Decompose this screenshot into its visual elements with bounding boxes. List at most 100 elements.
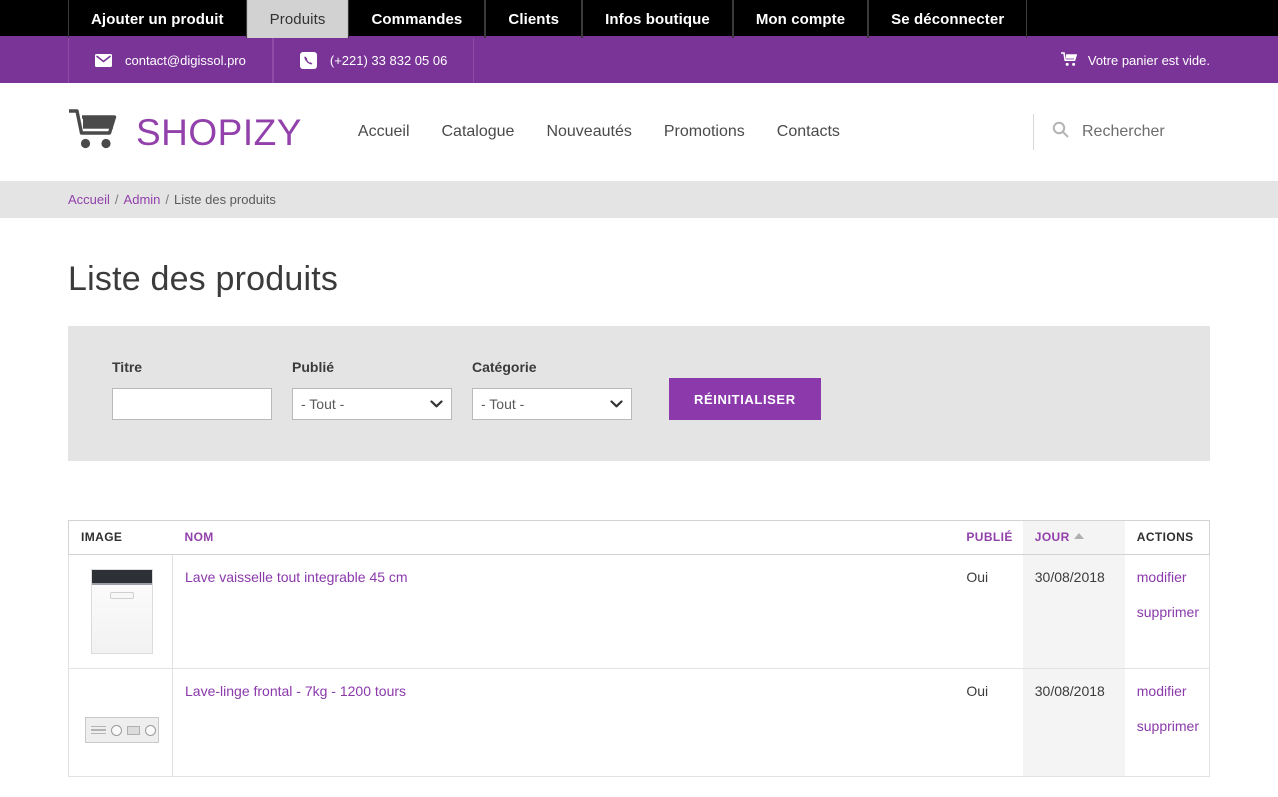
table-header-row: IMAGE NOM PUBLIÉ JOUR ACTIONS <box>68 520 1210 555</box>
filter-field-categorie: Catégorie - Tout - <box>472 359 632 420</box>
admin-tab-commandes[interactable]: Commandes <box>348 0 486 38</box>
sort-ascending-icon <box>1073 533 1084 539</box>
column-header-actions: ACTIONS <box>1124 520 1210 555</box>
filter-label-titre: Titre <box>112 359 143 375</box>
nav-item-nouveautes[interactable]: Nouveautés <box>546 123 631 141</box>
search-box[interactable] <box>1033 114 1210 150</box>
admin-tab-label: Clients <box>508 10 560 28</box>
nav-item-contacts[interactable]: Contacts <box>777 123 840 141</box>
table-row: Lave vaisselle tout integrable 45 cm Oui… <box>68 554 1210 669</box>
breadcrumb-item-admin[interactable]: Admin <box>124 192 161 207</box>
admin-tab-produits[interactable]: Produits <box>246 0 349 38</box>
cell-publie: Oui <box>954 554 1023 669</box>
column-header-nom[interactable]: NOM <box>172 520 955 555</box>
washing-machine-thumbnail <box>84 717 159 743</box>
admin-tab-label: Infos boutique <box>605 10 710 28</box>
products-table-wrap: IMAGE NOM PUBLIÉ JOUR ACTIONS Lave vaiss… <box>68 520 1210 777</box>
dishwasher-thumbnail <box>90 569 153 654</box>
admin-tab-ajouter-un-produit[interactable]: Ajouter un produit <box>68 0 247 38</box>
brand-name: SHOPIZY <box>136 111 302 153</box>
thumbnail-detail <box>144 724 156 736</box>
breadcrumb-separator: / <box>114 192 119 207</box>
nav-item-catalogue[interactable]: Catalogue <box>442 123 515 141</box>
admin-tab-se-deconnecter[interactable]: Se déconnecter <box>868 0 1028 38</box>
delete-product-link[interactable]: supprimer <box>1137 718 1199 734</box>
column-sort-link-jour[interactable]: JOUR <box>1035 530 1070 544</box>
breadcrumb-item-current: Liste des produits <box>174 192 276 207</box>
admin-tab-label: Commandes <box>371 10 463 28</box>
nav-item-promotions[interactable]: Promotions <box>664 123 745 141</box>
edit-product-link[interactable]: modifier <box>1137 569 1199 585</box>
filter-field-titre: Titre <box>112 359 272 420</box>
filter-select-publie[interactable]: - Tout - <box>292 388 452 420</box>
thumbnail-detail <box>110 724 122 736</box>
cell-actions: modifier supprimer <box>1124 668 1210 777</box>
cell-image <box>68 554 173 669</box>
admin-nav-bar: Ajouter un produit Produits Commandes Cl… <box>0 0 1278 38</box>
thumbnail-detail <box>90 725 106 735</box>
cell-actions: modifier supprimer <box>1124 554 1210 669</box>
contact-email-text: contact@digissol.pro <box>125 53 246 68</box>
cell-nom: Lave vaisselle tout integrable 45 cm <box>172 554 955 669</box>
main-content: Liste des produits Titre Publié - Tout -… <box>0 260 1278 777</box>
cart-status[interactable]: Votre panier est vide. <box>1060 38 1278 83</box>
filter-label-publie: Publié <box>292 359 335 375</box>
cell-publie: Oui <box>954 668 1023 777</box>
filter-label-categorie: Catégorie <box>472 359 537 375</box>
contact-bar-spacer <box>474 38 1061 83</box>
column-label: ACTIONS <box>1136 530 1194 544</box>
cell-jour: 30/08/2018 <box>1022 668 1125 777</box>
filter-field-publie: Publié - Tout - <box>292 359 452 420</box>
filter-input-titre[interactable] <box>112 388 272 420</box>
column-header-image: IMAGE <box>68 520 173 555</box>
column-header-publie[interactable]: PUBLIÉ <box>954 520 1023 555</box>
site-header: SHOPIZY Accueil Catalogue Nouveautés Pro… <box>0 83 1278 181</box>
breadcrumb: Accueil / Admin / Liste des produits <box>0 181 1278 218</box>
search-icon <box>1052 121 1069 143</box>
column-label: IMAGE <box>81 530 123 544</box>
column-sort-link-nom[interactable]: NOM <box>185 530 214 544</box>
thumbnail-detail <box>126 725 140 735</box>
search-input[interactable] <box>1080 122 1210 142</box>
products-table-body: Lave vaisselle tout integrable 45 cm Oui… <box>68 554 1210 777</box>
main-nav: Accueil Catalogue Nouveautés Promotions … <box>358 123 840 141</box>
admin-tab-clients[interactable]: Clients <box>485 0 583 38</box>
admin-tab-label: Mon compte <box>755 10 846 28</box>
admin-tab-mon-compte[interactable]: Mon compte <box>732 0 869 38</box>
contact-phone[interactable]: (+221) 33 832 05 06 <box>272 38 475 83</box>
column-header-jour[interactable]: JOUR <box>1022 520 1125 555</box>
cart-status-text: Votre panier est vide. <box>1087 53 1210 68</box>
header-right <box>1033 114 1210 150</box>
shopping-cart-icon <box>1060 51 1079 70</box>
reset-filters-button[interactable]: RÉINITIALISER <box>669 378 821 420</box>
nav-item-accueil[interactable]: Accueil <box>358 123 410 141</box>
cell-jour: 30/08/2018 <box>1022 554 1125 669</box>
delete-product-link[interactable]: supprimer <box>1137 604 1199 620</box>
envelope-icon <box>95 54 112 67</box>
admin-tab-label: Produits <box>269 10 326 28</box>
products-table: IMAGE NOM PUBLIÉ JOUR ACTIONS Lave vaiss… <box>68 520 1210 777</box>
filter-select-categorie[interactable]: - Tout - <box>472 388 632 420</box>
admin-tab-label: Se déconnecter <box>891 10 1005 28</box>
breadcrumb-item-accueil[interactable]: Accueil <box>68 192 110 207</box>
brand-logo[interactable]: SHOPIZY <box>68 108 302 157</box>
products-table-head: IMAGE NOM PUBLIÉ JOUR ACTIONS <box>68 520 1210 555</box>
admin-tab-infos-boutique[interactable]: Infos boutique <box>582 0 733 38</box>
edit-product-link[interactable]: modifier <box>1137 683 1199 699</box>
column-sort-link-publie[interactable]: PUBLIÉ <box>966 530 1012 544</box>
phone-icon <box>299 52 317 69</box>
cell-image <box>68 668 173 777</box>
table-row: Lave-linge frontal - 7kg - 1200 tours Ou… <box>68 668 1210 777</box>
contact-email[interactable]: contact@digissol.pro <box>68 38 273 83</box>
product-name-link[interactable]: Lave vaisselle tout integrable 45 cm <box>185 569 408 585</box>
shopping-cart-icon <box>68 108 122 157</box>
contact-phone-text: (+221) 33 832 05 06 <box>329 53 448 68</box>
breadcrumb-separator: / <box>165 192 170 207</box>
filter-select-categorie-wrap[interactable]: - Tout - <box>472 388 632 420</box>
product-name-link[interactable]: Lave-linge frontal - 7kg - 1200 tours <box>185 683 406 699</box>
filter-select-publie-wrap[interactable]: - Tout - <box>292 388 452 420</box>
page-title: Liste des produits <box>68 260 339 298</box>
admin-tab-label: Ajouter un produit <box>91 10 224 28</box>
contact-bar: contact@digissol.pro (+221) 33 832 05 06… <box>0 38 1278 83</box>
filter-panel: Titre Publié - Tout - Catégorie - Tout - <box>68 326 1210 461</box>
